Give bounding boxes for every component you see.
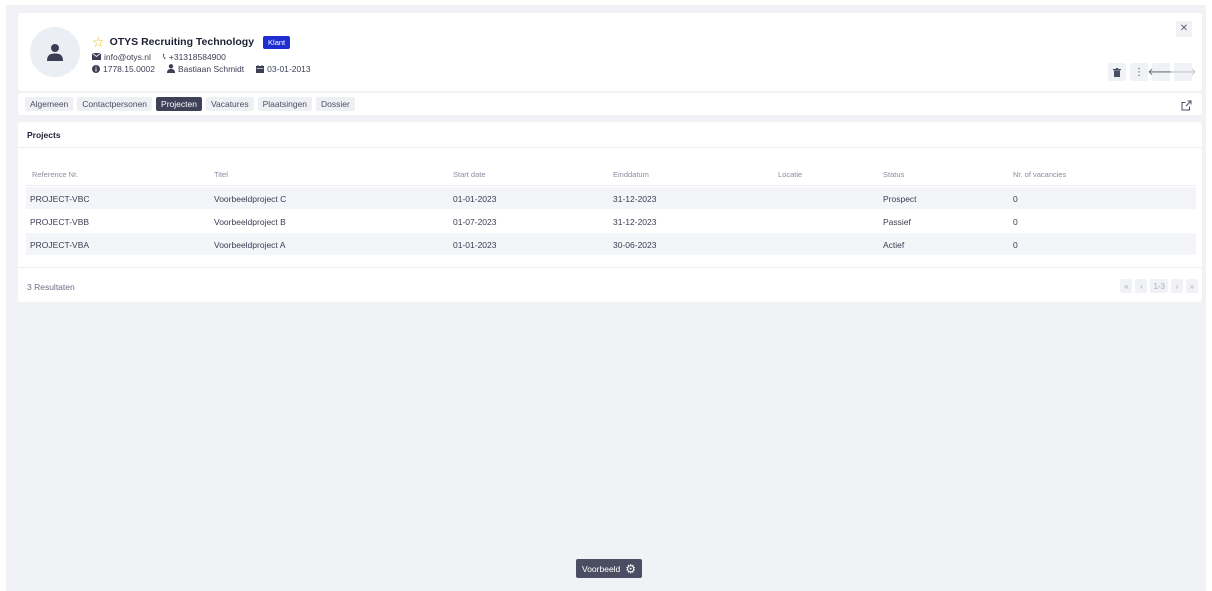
envelope-icon bbox=[92, 53, 101, 60]
tab-contactpersonen[interactable]: Contactpersonen bbox=[77, 97, 153, 111]
star-icon[interactable]: ☆ bbox=[92, 35, 105, 49]
email-item[interactable]: info@otys.nl bbox=[92, 52, 151, 62]
info-circle-icon bbox=[92, 64, 100, 73]
tab-projecten[interactable]: Projecten bbox=[156, 97, 202, 111]
divider bbox=[18, 147, 1202, 148]
status-badge: Klant bbox=[263, 35, 291, 49]
cell-einddatum: 30-06-2023 bbox=[613, 240, 657, 250]
first-page-button[interactable]: « bbox=[1120, 279, 1133, 293]
contact-info-row: info@otys.nl 📞︎ +31318584900 bbox=[92, 51, 238, 62]
close-icon[interactable]: ✕ bbox=[1176, 21, 1192, 37]
prev-page-button[interactable]: ‹ bbox=[1135, 279, 1148, 293]
person-icon bbox=[30, 27, 80, 77]
cell-einddatum: 31-12-2023 bbox=[613, 217, 657, 227]
company-name: OTYS Recruiting Technology bbox=[109, 36, 255, 48]
more-vertical-icon[interactable]: ⋮ bbox=[1130, 63, 1148, 81]
cell-vacancies: 0 bbox=[1013, 240, 1018, 250]
table-row[interactable]: PROJECT-VBB Voorbeeldproject B 01-07-202… bbox=[26, 210, 1196, 232]
cell-status: Prospect bbox=[883, 194, 917, 204]
phone-text: +31318584900 bbox=[168, 51, 226, 62]
user-icon bbox=[167, 64, 175, 73]
cell-vacancies: 0 bbox=[1013, 217, 1018, 227]
record-header: ☆ OTYS Recruiting Technology Klant info@… bbox=[18, 13, 1202, 91]
table-row[interactable]: PROJECT-VBC Voorbeeldproject C 01-01-202… bbox=[26, 187, 1196, 209]
cell-start-date: 01-07-2023 bbox=[453, 217, 497, 227]
page-range: 1-3 bbox=[1150, 279, 1168, 293]
next-page-button[interactable]: › bbox=[1171, 279, 1183, 293]
phone-icon: 📞︎ bbox=[162, 51, 166, 61]
pagination: « ‹ 1-3 › » bbox=[1117, 279, 1198, 293]
tab-algemeen[interactable]: Algemeen bbox=[25, 97, 74, 111]
phone-item[interactable]: 📞︎ +31318584900 bbox=[163, 51, 226, 62]
table-row[interactable]: PROJECT-VBA Voorbeeldproject A 01-01-202… bbox=[26, 233, 1196, 255]
projects-card: Projects Reference Nr. Titel Start date … bbox=[18, 122, 1202, 302]
gear-icon: ⚙ bbox=[625, 561, 637, 576]
page-background: ☆ OTYS Recruiting Technology Klant info@… bbox=[6, 5, 1206, 591]
cell-reference: PROJECT-VBA bbox=[30, 240, 90, 250]
meta-info-row: 1778.15.0002 Bastiaan Schmidt 03-01-2013 bbox=[92, 63, 323, 74]
cell-start-date: 01-01-2023 bbox=[453, 240, 497, 250]
cell-reference: PROJECT-VBB bbox=[30, 217, 90, 227]
arrow-left-icon[interactable]: 🡐 bbox=[1148, 63, 1174, 81]
divider bbox=[18, 267, 1202, 268]
voorbeeld-button[interactable]: Voorbeeld ⚙ bbox=[576, 559, 643, 578]
tab-plaatsingen[interactable]: Plaatsingen bbox=[257, 97, 313, 111]
email-text: info@otys.nl bbox=[104, 51, 151, 62]
title-row: ☆ OTYS Recruiting Technology Klant bbox=[92, 34, 291, 50]
trash-icon[interactable] bbox=[1108, 63, 1126, 81]
reference-item: 1778.15.0002 bbox=[92, 64, 155, 74]
voorbeeld-label: Voorbeeld bbox=[582, 563, 621, 574]
column-header-vacancies[interactable]: Nr. of vacancies bbox=[1013, 170, 1066, 179]
owner-item: Bastiaan Schmidt bbox=[167, 64, 244, 74]
cell-einddatum: 31-12-2023 bbox=[613, 194, 657, 204]
cell-titel: Voorbeeldproject C bbox=[214, 194, 287, 204]
tab-dossier[interactable]: Dossier bbox=[316, 97, 355, 111]
column-header-titel[interactable]: Titel bbox=[214, 170, 228, 179]
header-actions: ⋮ 🡐 🡒 bbox=[1104, 63, 1196, 81]
date-text: 03-01-2013 bbox=[267, 63, 311, 74]
external-link-icon[interactable] bbox=[1181, 98, 1193, 111]
tabs-bar: Algemeen Contactpersonen Projecten Vacat… bbox=[18, 93, 1202, 115]
column-header-einddatum[interactable]: Einddatum bbox=[613, 170, 649, 179]
column-header-start-date[interactable]: Start date bbox=[453, 170, 486, 179]
cell-reference: PROJECT-VBC bbox=[30, 194, 90, 204]
results-count: 3 Resultaten bbox=[27, 282, 75, 292]
cell-titel: Voorbeeldproject A bbox=[214, 240, 286, 250]
cell-vacancies: 0 bbox=[1013, 194, 1018, 204]
column-header-reference[interactable]: Reference Nr. bbox=[32, 170, 78, 179]
arrow-right-icon[interactable]: 🡒 bbox=[1170, 63, 1196, 81]
last-page-button[interactable]: » bbox=[1186, 279, 1198, 293]
cell-status: Passief bbox=[883, 217, 911, 227]
cell-start-date: 01-01-2023 bbox=[453, 194, 497, 204]
date-item: 03-01-2013 bbox=[256, 63, 311, 74]
tab-list: Algemeen Contactpersonen Projecten Vacat… bbox=[25, 97, 359, 111]
cell-status: Actief bbox=[883, 240, 905, 250]
table-header: Reference Nr. Titel Start date Einddatum… bbox=[26, 158, 1196, 186]
tab-vacatures[interactable]: Vacatures bbox=[205, 97, 254, 111]
cell-titel: Voorbeeldproject B bbox=[214, 217, 286, 227]
column-header-status[interactable]: Status bbox=[883, 170, 904, 179]
reference-text: 1778.15.0002 bbox=[103, 63, 155, 74]
calendar-icon bbox=[256, 64, 265, 73]
column-header-locatie[interactable]: Locatie bbox=[778, 170, 802, 179]
owner-text: Bastiaan Schmidt bbox=[178, 63, 245, 74]
projects-title: Projects bbox=[27, 130, 61, 140]
